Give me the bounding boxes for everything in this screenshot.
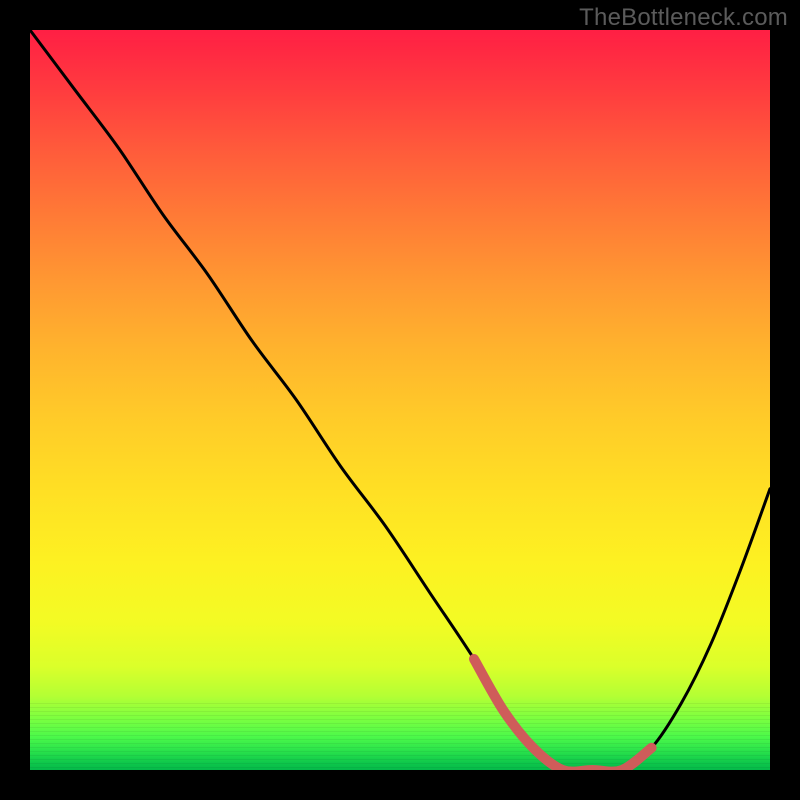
- plot-area: [30, 30, 770, 770]
- chart-frame: TheBottleneck.com: [0, 0, 800, 800]
- highlight-segment: [474, 659, 652, 770]
- curve-layer: [30, 30, 770, 770]
- watermark-text: TheBottleneck.com: [579, 4, 788, 32]
- highlight-layer: [30, 30, 770, 770]
- bottleneck-curve: [30, 30, 770, 770]
